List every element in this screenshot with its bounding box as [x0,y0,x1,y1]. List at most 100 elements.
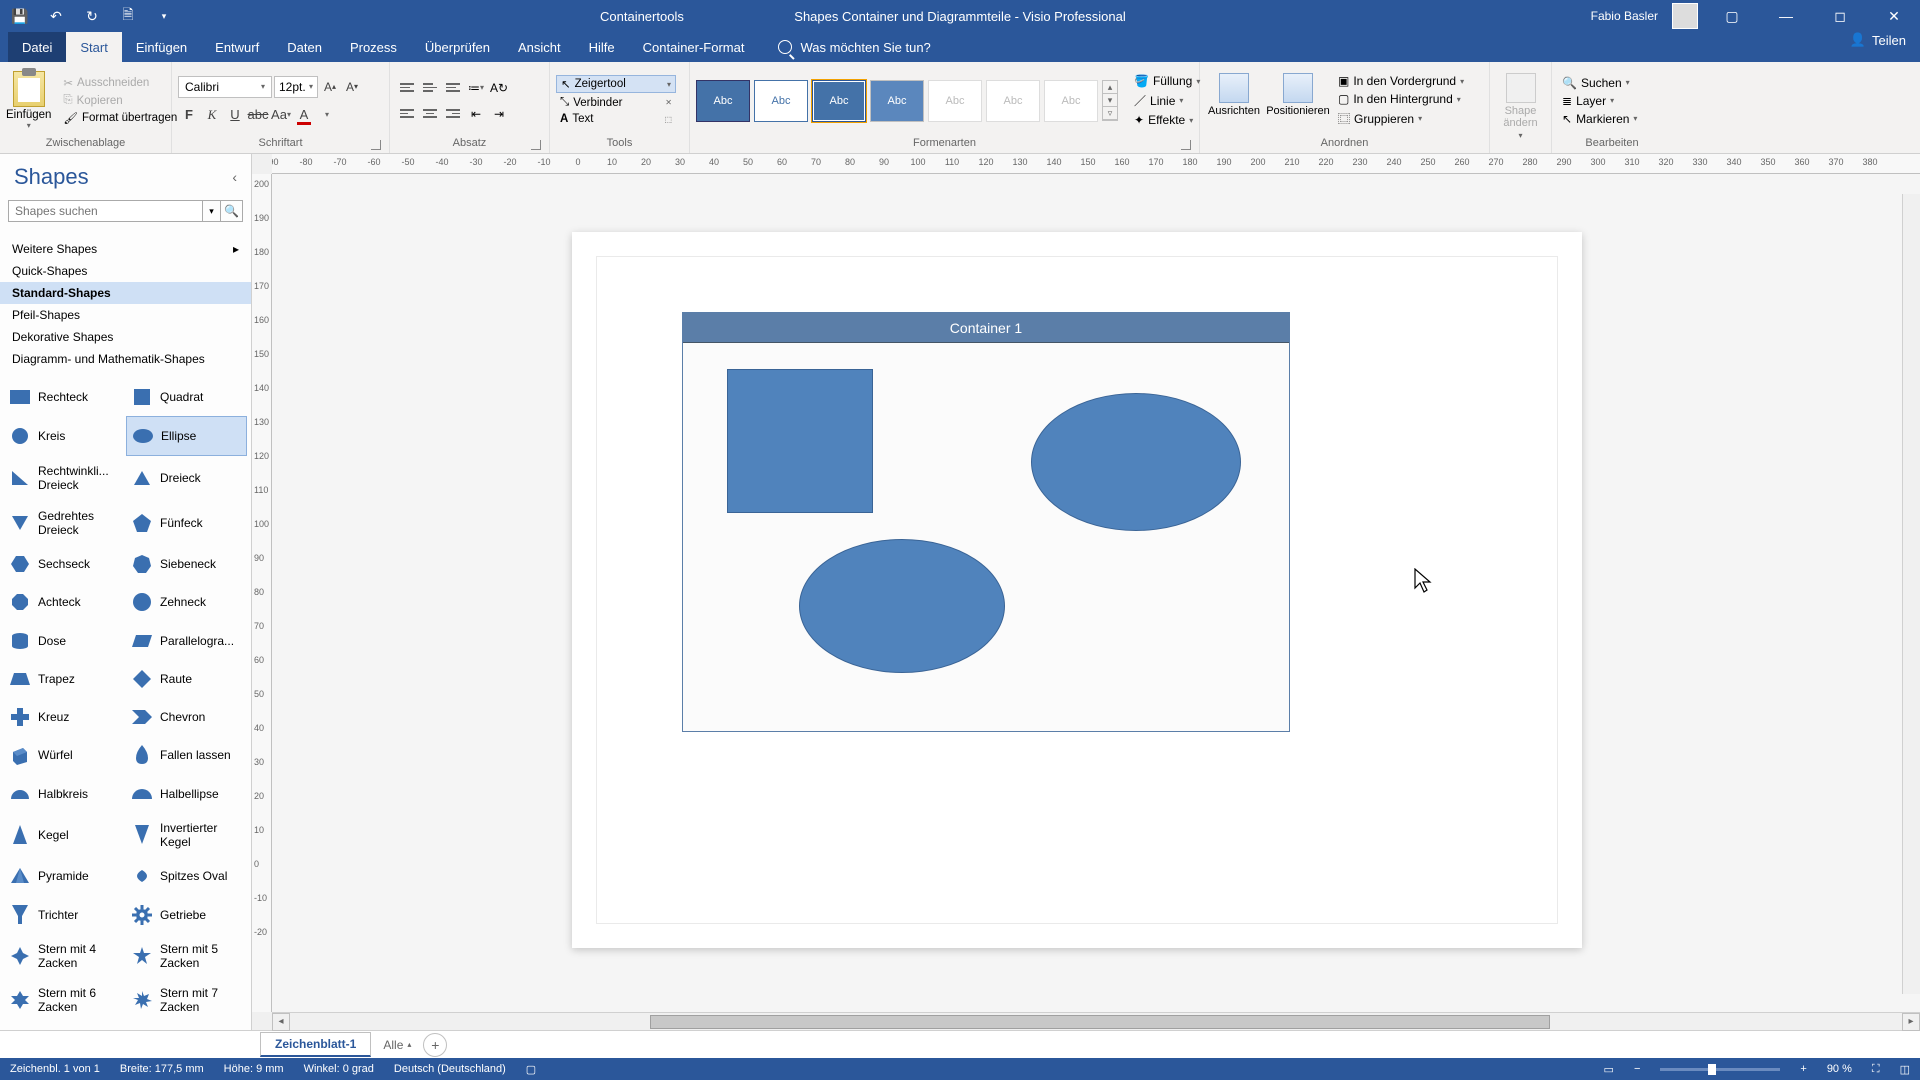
ellipse-shape-1[interactable] [1031,393,1241,531]
tab-help[interactable]: Hilfe [575,32,629,62]
font-name-combo[interactable]: Calibri▾ [178,76,272,98]
hscroll-thumb[interactable] [650,1015,1550,1029]
shape-item[interactable]: Würfel [4,737,125,774]
styles-dialog-launcher[interactable] [1181,140,1191,150]
bring-front-button[interactable]: ▣In den Vordergrund▾ [1334,73,1468,89]
shape-item[interactable]: Dose [4,622,125,659]
change-case-button[interactable]: Aa▾ [270,104,292,126]
send-back-button[interactable]: ▢In den Hintergrund▾ [1334,91,1468,107]
save-button[interactable]: 💾 [8,4,32,28]
switch-windows-button[interactable]: ◫ [1900,1063,1910,1076]
collapse-shapes-panel[interactable]: ‹ [232,169,237,185]
shape-item[interactable]: Rechteck [4,378,125,415]
sheet-all-button[interactable]: Alle▴ [373,1034,421,1056]
tab-insert[interactable]: Einfügen [122,32,201,62]
stencil-decorative-shapes[interactable]: Dekorative Shapes [0,326,251,348]
align-right-button[interactable] [442,103,464,125]
drawing-page[interactable]: Container 1 [572,232,1582,948]
tab-design[interactable]: Entwurf [201,32,273,62]
effects-button[interactable]: ✦Effekte▾ [1130,112,1204,128]
shape-item[interactable]: Stern mit 7 Zacken [126,979,247,1022]
container-title[interactable]: Container 1 [683,313,1289,343]
italic-button[interactable]: K [201,104,223,126]
ribbon-display-options[interactable]: ▢ [1712,0,1752,32]
bold-button[interactable]: F [178,104,200,126]
shape-item[interactable]: Kreuz [4,699,125,736]
zoom-level[interactable]: 90 % [1827,1063,1852,1075]
shape-item[interactable]: Invertierter Kegel [126,813,247,856]
zoom-out-button[interactable]: − [1634,1063,1640,1075]
undo-button[interactable]: ↶ [44,4,68,28]
shape-item[interactable]: Pyramide [4,858,125,895]
font-dialog-launcher[interactable] [371,140,381,150]
position-button[interactable]: Positionieren [1270,73,1326,117]
shape-item[interactable]: Spitzes Oval [126,858,247,895]
paste-button[interactable]: Einfügen ▾ [6,71,51,130]
format-painter-button[interactable]: 🖌Format übertragen [59,110,181,126]
shape-item[interactable]: Halbellipse [126,775,247,812]
stencil-diagram-math-shapes[interactable]: Diagramm- und Mathematik-Shapes [0,348,251,370]
shape-item[interactable]: Siebeneck [126,545,247,582]
tab-view[interactable]: Ansicht [504,32,575,62]
paragraph-dialog-launcher[interactable] [531,140,541,150]
user-avatar[interactable] [1672,3,1698,29]
macro-record-button[interactable]: ▢ [526,1063,536,1076]
tab-container-format[interactable]: Container-Format [629,32,759,62]
vertical-scrollbar[interactable] [1902,194,1920,994]
align-middle-button[interactable] [419,77,441,99]
ruler-horizontal[interactable]: -90-80-70-60-50-40-30-20-100102030405060… [272,154,1920,174]
line-button[interactable]: ／Linie▾ [1130,91,1204,110]
increase-indent-button[interactable]: ⇥ [488,103,510,125]
horizontal-scrollbar[interactable]: ◂ ▸ [272,1012,1920,1030]
ruler-vertical[interactable]: 2001901801701601501401301201101009080706… [252,174,272,1012]
shape-item[interactable]: Stern mit 5 Zacken [126,934,247,977]
sheet-tab-1[interactable]: Zeichenblatt-1 [260,1032,371,1057]
rectangle-shape[interactable] [727,369,873,513]
tell-me-search[interactable]: Was möchten Sie tun? [778,32,930,62]
presentation-mode-button[interactable]: ▭ [1604,1063,1614,1076]
hscroll-right[interactable]: ▸ [1902,1013,1920,1031]
tab-start[interactable]: Start [66,32,121,62]
shape-item[interactable]: Fünfeck [126,501,247,544]
shapes-search-dropdown[interactable]: ▾ [203,200,221,222]
shape-item[interactable]: Rechtwinkli... Dreieck [4,457,125,500]
style-gallery-nav[interactable]: ▴▾▿ [1102,80,1118,121]
shape-item[interactable]: Achteck [4,584,125,621]
status-language[interactable]: Deutsch (Deutschland) [394,1063,506,1075]
container-shape[interactable]: Container 1 [682,312,1290,732]
hscroll-left[interactable]: ◂ [272,1013,290,1031]
font-size-combo[interactable]: 12pt.▾ [274,76,318,98]
style-swatch-2[interactable]: Abc [754,80,808,122]
qat-customize[interactable]: ▾ [152,4,176,28]
grow-font-button[interactable]: A▴ [320,76,340,98]
shape-item[interactable]: Kreis [4,416,125,455]
align-center-button[interactable] [419,103,441,125]
shape-item[interactable]: Sechseck [4,545,125,582]
shape-item[interactable]: Ellipse [126,416,247,455]
shape-item[interactable]: Halbkreis [4,775,125,812]
add-sheet-button[interactable]: + [423,1033,447,1057]
style-swatch-5[interactable]: Abc [928,80,982,122]
tab-process[interactable]: Prozess [336,32,411,62]
connector-tool-button[interactable]: ⤡Verbinder✕ [556,95,676,110]
layer-button[interactable]: ≣Layer▾ [1558,93,1641,109]
stencil-arrow-shapes[interactable]: Pfeil-Shapes [0,304,251,326]
shape-item[interactable]: Stern mit 4 Zacken [4,934,125,977]
fit-page-button[interactable]: ⛶ [1872,1063,1880,1076]
strikethrough-button[interactable]: abc [247,104,269,126]
group-button[interactable]: ⿴Gruppieren▾ [1334,109,1468,128]
stencil-standard-shapes[interactable]: Standard-Shapes [0,282,251,304]
tab-file[interactable]: Datei [8,32,66,62]
fill-button[interactable]: 🪣Füllung▾ [1130,73,1204,89]
ellipse-shape-2[interactable] [799,539,1005,673]
zoom-in-button[interactable]: + [1800,1063,1806,1075]
new-doc-button[interactable]: 🗎 [116,4,140,28]
stencil-quick-shapes[interactable]: Quick-Shapes [0,260,251,282]
shape-item[interactable]: Kegel [4,813,125,856]
close-button[interactable]: ✕ [1874,0,1914,32]
underline-button[interactable]: U [224,104,246,126]
shapes-search-input[interactable] [8,200,203,222]
shape-item[interactable]: Fallen lassen [126,737,247,774]
maximize-button[interactable]: ◻ [1820,0,1860,32]
select-button[interactable]: ↖Markieren▾ [1558,111,1641,127]
